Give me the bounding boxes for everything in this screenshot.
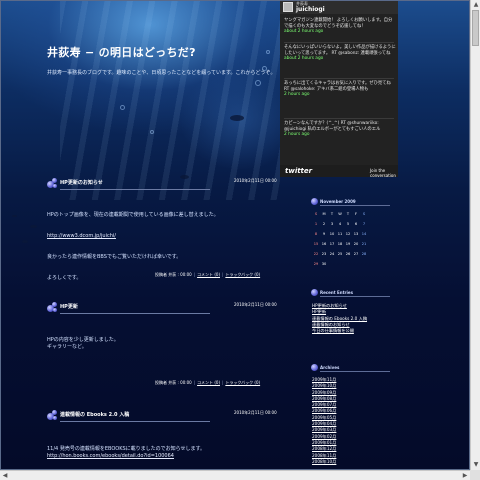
vertical-scroll-thumb[interactable] (472, 10, 479, 46)
scrollbar-corner (470, 470, 480, 480)
scroll-up-arrow-icon[interactable]: ▲ (471, 0, 480, 9)
scroll-left-arrow-icon[interactable]: ◀ (0, 471, 10, 480)
window-frame (0, 0, 470, 470)
scroll-down-arrow-icon[interactable]: ▼ (471, 460, 480, 469)
scroll-right-arrow-icon[interactable]: ▶ (460, 471, 470, 480)
horizontal-scrollbar[interactable]: ◀ ▶ (0, 470, 470, 480)
vertical-scrollbar[interactable]: ▲ ▼ (470, 0, 480, 470)
